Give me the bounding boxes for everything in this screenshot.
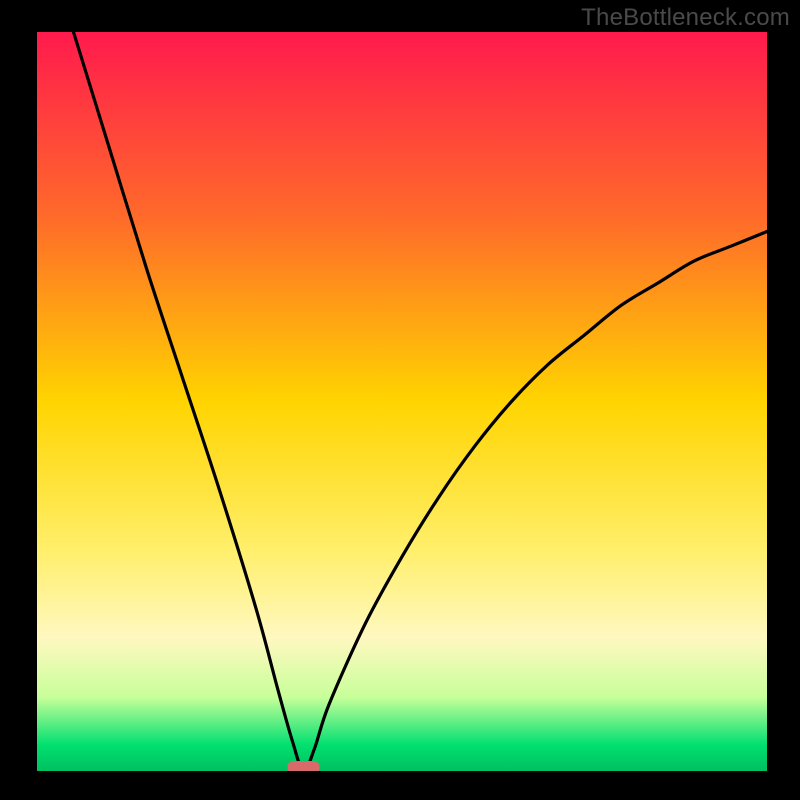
chart-svg: [0, 0, 800, 800]
chart-frame: TheBottleneck.com: [0, 0, 800, 800]
watermark-text: TheBottleneck.com: [581, 4, 790, 32]
optimal-marker: [287, 761, 319, 774]
gradient-background: [37, 32, 767, 771]
